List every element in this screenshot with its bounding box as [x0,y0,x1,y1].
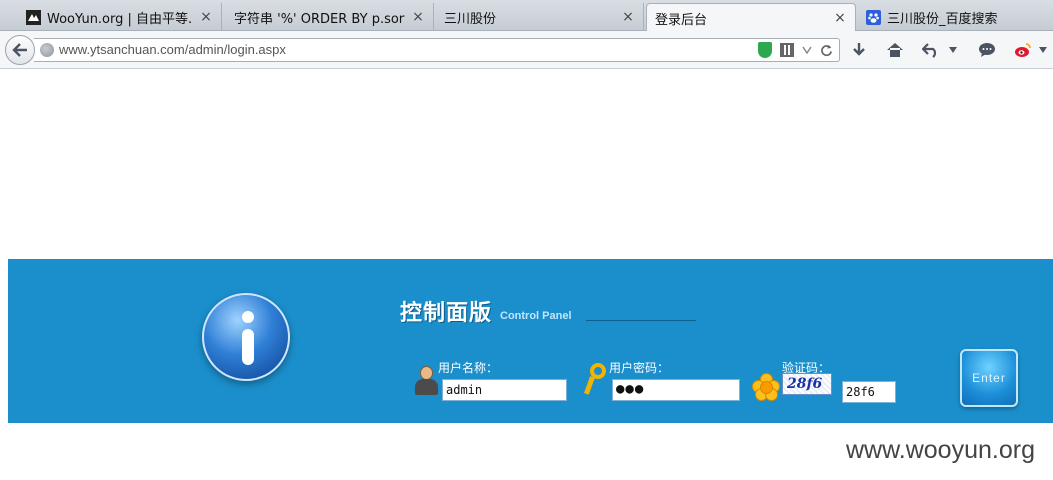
tab-wooyun[interactable]: WooYun.org | 自由平等... × [18,3,222,31]
user-avatar-icon [414,366,438,396]
tab-label: 字符串 '%' ORDER BY p.sort ... [234,11,405,27]
close-icon[interactable]: × [833,10,847,26]
dropdown-arrow-icon[interactable] [1036,39,1050,61]
security-shield-icon[interactable] [758,42,772,58]
qr-code-icon[interactable] [780,43,794,57]
tab-label: 三川股份 [444,11,497,27]
tab-label: WooYun.org | 自由平等... [47,11,193,27]
weibo-icon[interactable] [1012,39,1034,61]
close-icon[interactable]: × [621,9,635,25]
download-icon[interactable] [848,39,870,61]
close-icon[interactable]: × [411,9,425,25]
back-arrow-icon [12,43,27,57]
password-label: 用户密码： [609,361,670,375]
tab-sanchuan[interactable]: 三川股份 × [436,3,644,31]
password-input[interactable]: ●●● [612,379,740,401]
flower-icon [752,373,780,401]
title-divider [586,320,696,321]
url-text[interactable]: www.ytsanchuan.com/admin/login.aspx [59,42,286,57]
tab-strip: WooYun.org | 自由平等... × 字符串 '%' ORDER BY … [0,0,1053,32]
dropdown-arrow-icon[interactable] [946,39,960,61]
reload-icon[interactable] [820,44,833,57]
url-bar-icons [758,42,833,58]
wooyun-favicon-icon [26,9,41,25]
dropdown-arrow-icon[interactable] [802,46,812,54]
tab-sql-error[interactable]: 字符串 '%' ORDER BY p.sort ... × [226,3,434,31]
watermark-text: www.wooyun.org [846,436,1035,464]
home-icon[interactable] [884,39,906,61]
panel-subtitle: Control Panel [500,310,572,322]
globe-icon [40,43,54,57]
login-control-panel: 控制面版 Control Panel 用户名称： admin 用户密码： ●●●… [8,259,1053,423]
history-back-icon[interactable] [920,39,942,61]
tab-baidu-search[interactable]: 三川股份_百度搜索 [858,3,1053,31]
baidu-paw-icon [866,9,881,25]
tab-admin-login[interactable]: 登录后台 × [646,3,856,32]
key-icon [583,363,608,397]
username-label: 用户名称： [438,361,499,375]
close-icon[interactable]: × [199,9,213,25]
back-button[interactable] [5,35,35,65]
info-icon [202,293,290,381]
enter-button[interactable]: Enter [960,349,1018,407]
tab-label: 三川股份_百度搜索 [887,11,998,27]
captcha-image[interactable]: 28f6 [782,373,832,395]
address-bar[interactable]: www.ytsanchuan.com/admin/login.aspx [34,38,840,62]
username-input[interactable]: admin [442,379,567,401]
tab-label: 登录后台 [655,12,708,28]
navigation-bar: www.ytsanchuan.com/admin/login.aspx [0,31,1053,69]
chat-bubble-icon[interactable] [976,39,998,61]
panel-title: 控制面版 [400,301,493,326]
captcha-input[interactable]: 28f6 [842,381,896,403]
